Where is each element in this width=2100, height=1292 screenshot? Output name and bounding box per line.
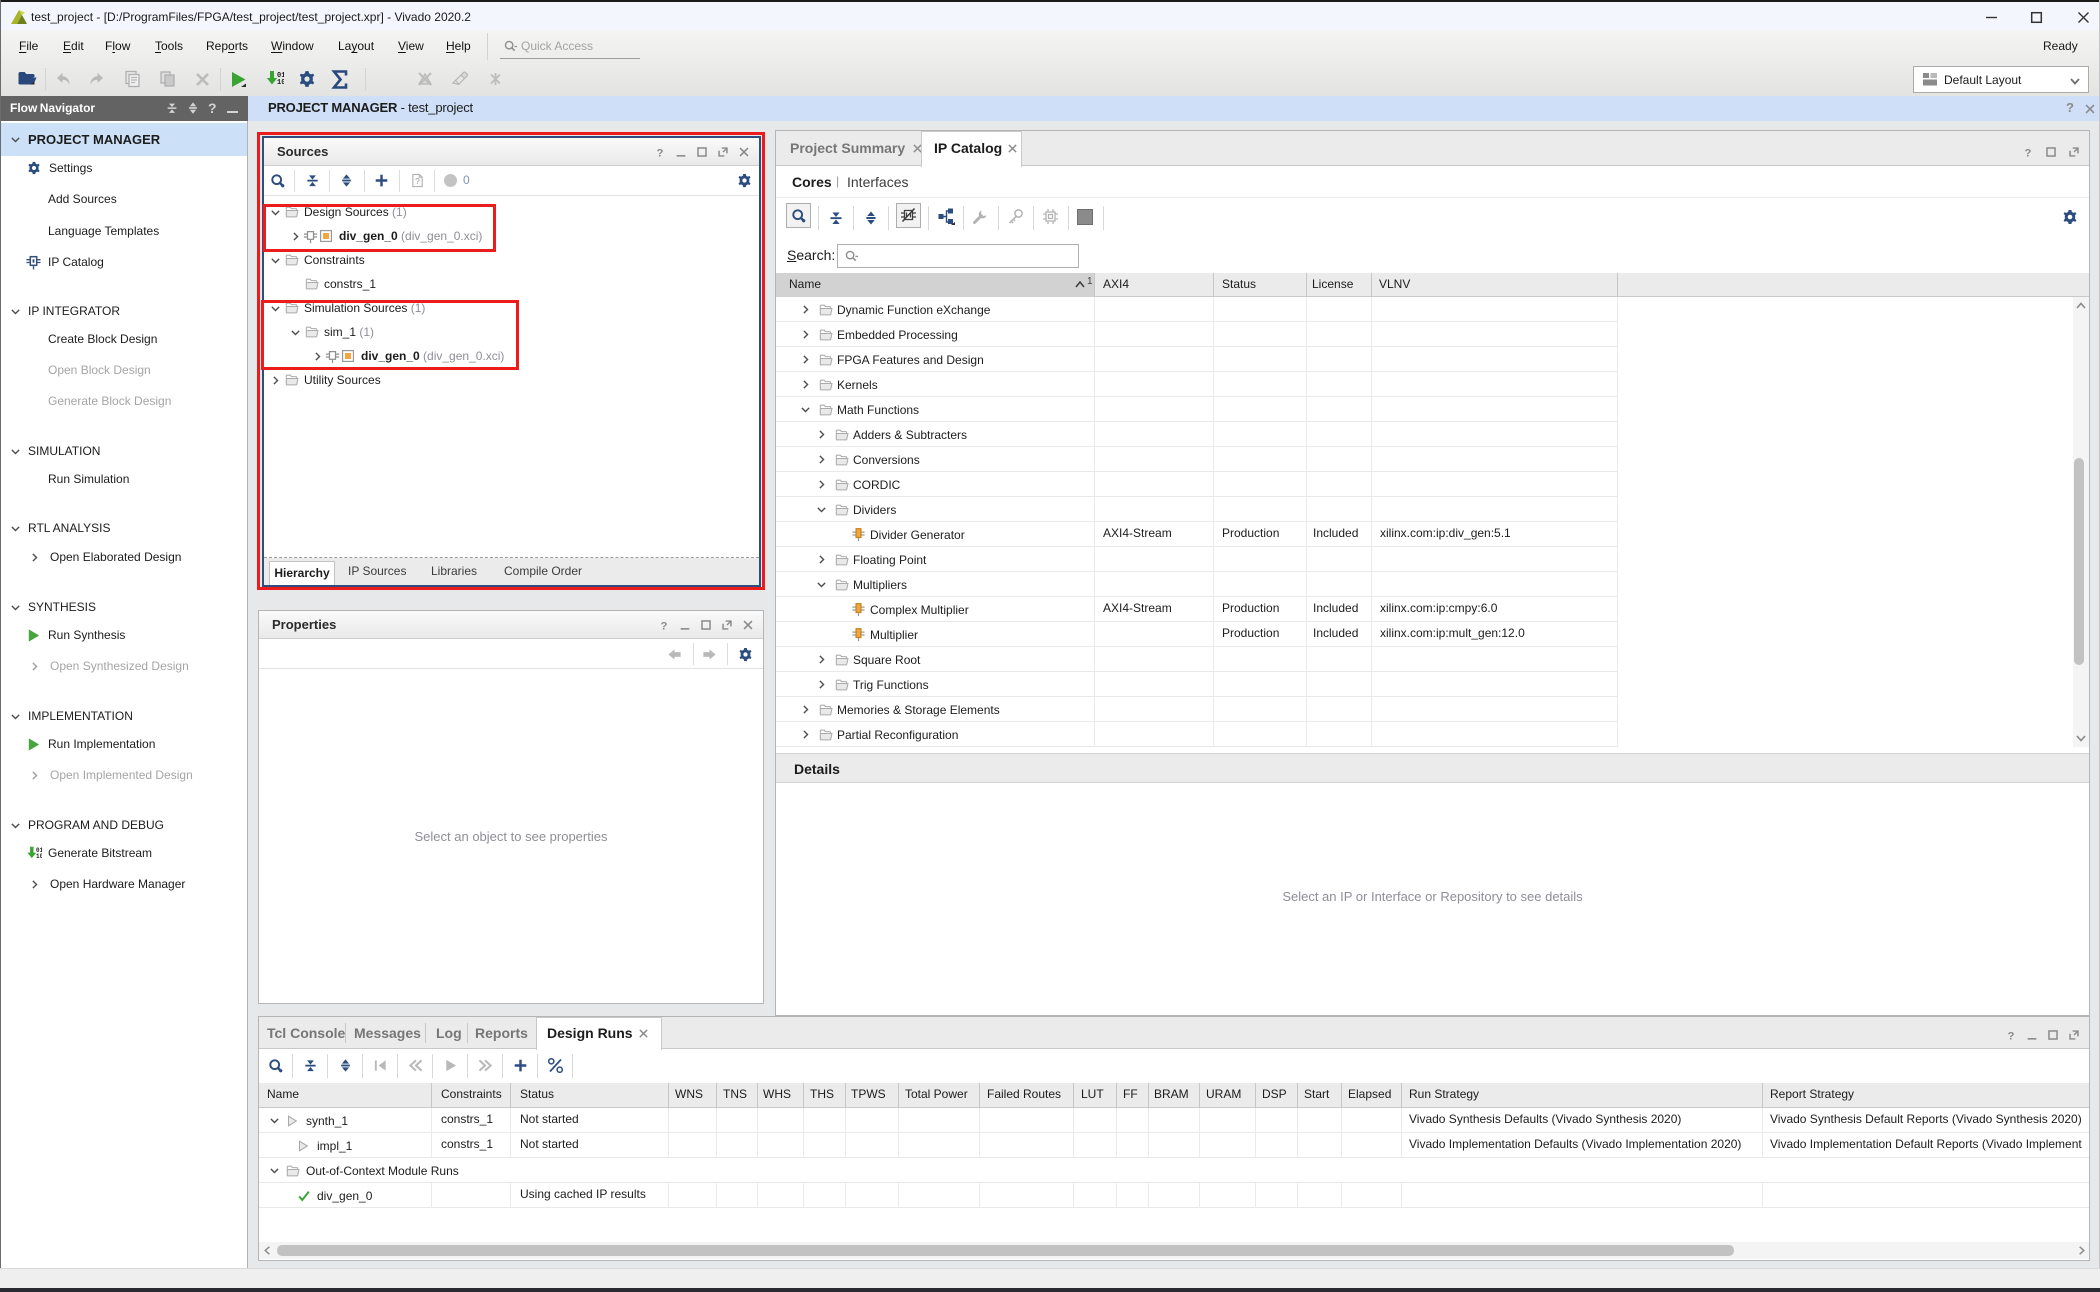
svg-text:10: 10	[36, 852, 42, 859]
svg-text:10: 10	[277, 79, 284, 87]
